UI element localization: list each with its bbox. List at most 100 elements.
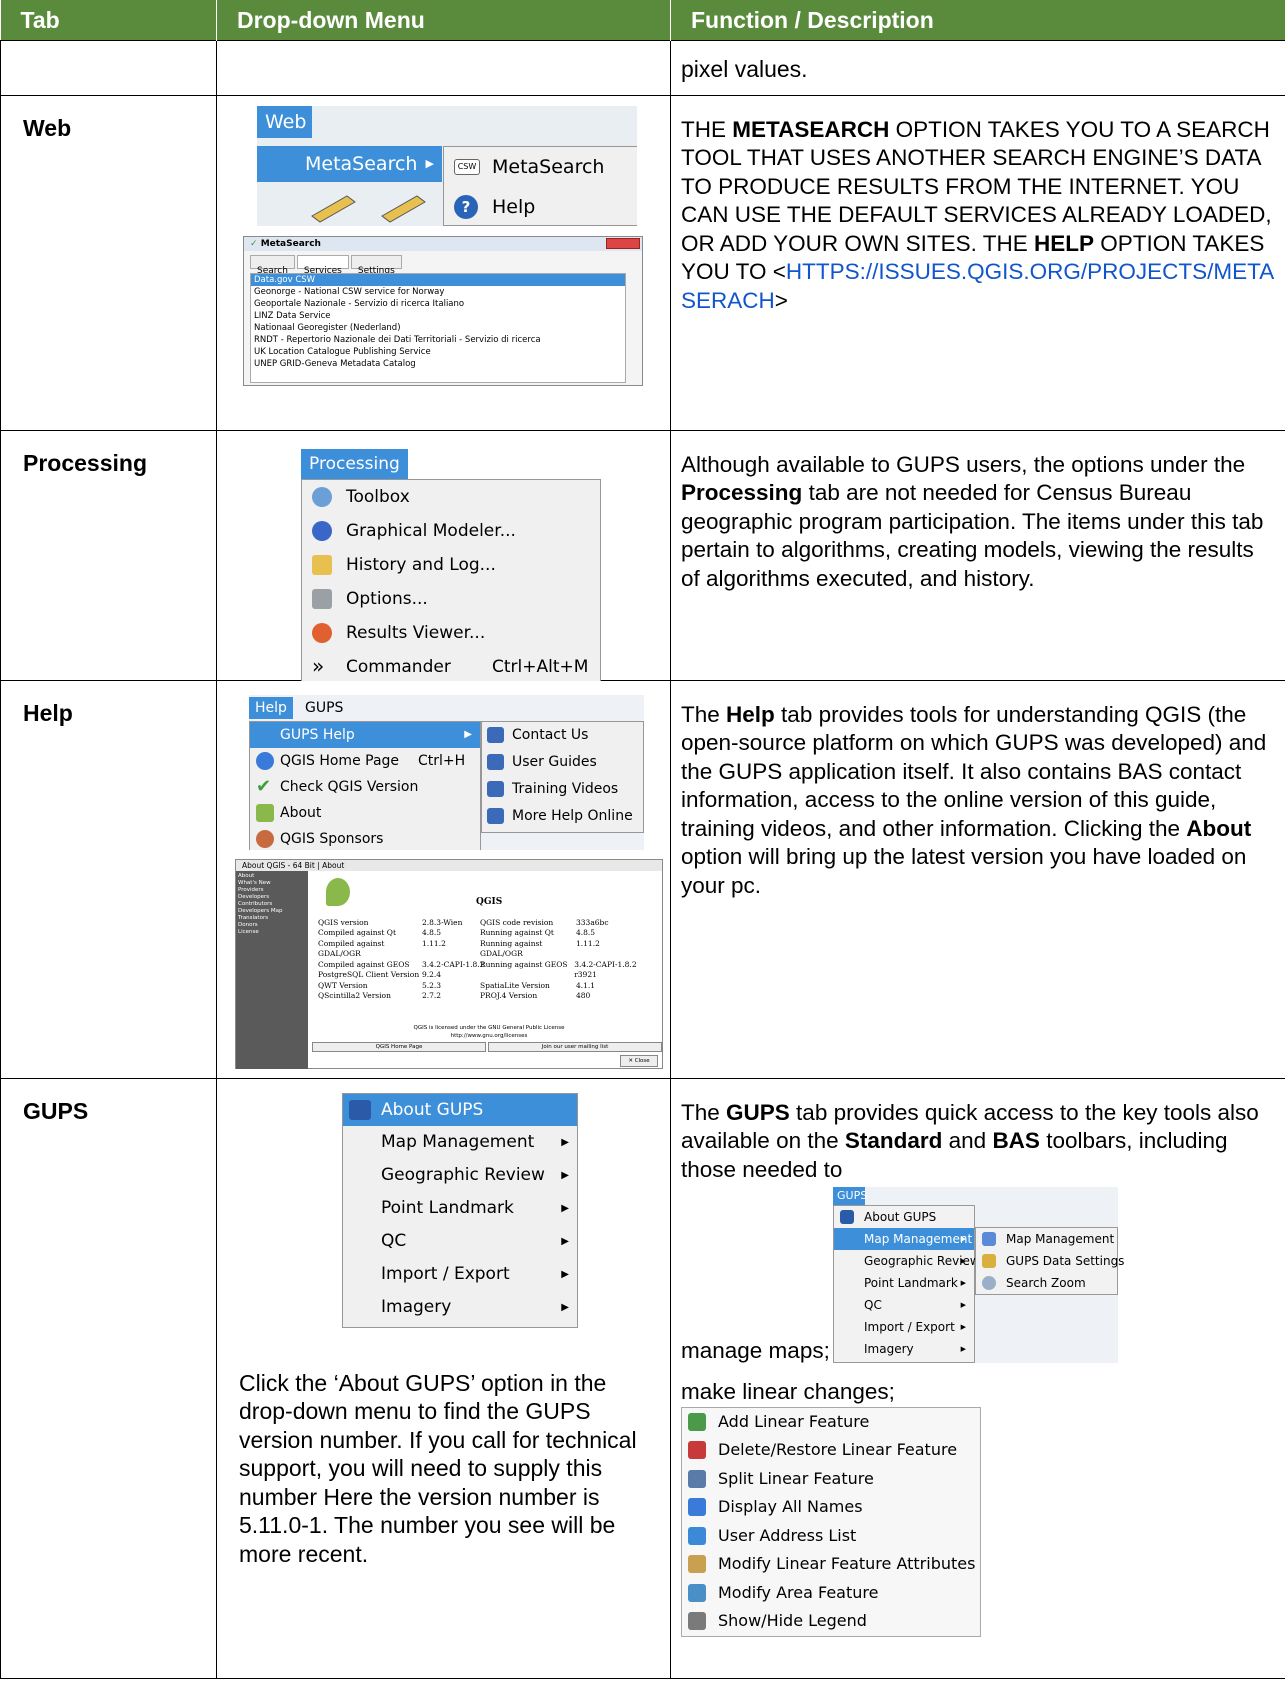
menu-item-check-version[interactable]: ✔ Check QGIS Version xyxy=(250,774,480,800)
about-nav-item[interactable]: Translators xyxy=(238,915,306,922)
tab-search[interactable]: Search xyxy=(250,254,295,276)
about-nav-item[interactable]: What's New xyxy=(238,880,306,887)
service-list-item[interactable]: Data.gov CSW xyxy=(251,273,625,286)
about-nav-item[interactable]: About xyxy=(238,873,306,880)
about-nav-item[interactable]: Contributors xyxy=(238,901,306,908)
menu-item-commander[interactable]: » Commander Ctrl+Alt+M xyxy=(302,650,600,684)
mini-item[interactable]: Point Landmark ▶ xyxy=(834,1272,974,1294)
menu-item-results-viewer[interactable]: Results Viewer... xyxy=(302,616,600,650)
menu-item-graphical-modeler[interactable]: Graphical Modeler... xyxy=(302,514,600,548)
menu-item-import-export[interactable]: Import / Export ▶ xyxy=(343,1258,577,1291)
submenu-contact[interactable]: Contact Us xyxy=(482,722,643,749)
service-list-item[interactable]: RNDT - Repertorio Nazionale dei Dati Ter… xyxy=(251,334,625,346)
metasearch-menu-item[interactable]: MetaSearch ▶ xyxy=(257,145,442,182)
linear-tool-item[interactable]: Modify Area Feature xyxy=(682,1579,980,1608)
submenu-training[interactable]: Training Videos xyxy=(482,776,643,803)
menu-cell xyxy=(216,39,671,96)
about-nav-item[interactable]: License xyxy=(238,929,306,936)
service-list-item[interactable]: Nationaal Georegister (Nederland) xyxy=(251,322,625,334)
service-list-item[interactable]: Geonorge - National CSW service for Norw… xyxy=(251,286,625,298)
menu-item-map-management[interactable]: Map Management ▶ xyxy=(343,1126,577,1159)
submenu-arrow-icon: ▶ xyxy=(960,1344,966,1353)
submenu-help[interactable]: ? Help xyxy=(444,187,637,226)
history-icon xyxy=(312,554,332,575)
mini-item[interactable]: Import / Export ▶ xyxy=(834,1316,974,1338)
about-nav-item[interactable]: Developers Map xyxy=(238,908,306,915)
processing-menu: Toolbox Graphical Modeler... History and… xyxy=(301,478,601,684)
tab-services[interactable]: Services xyxy=(296,254,349,276)
desc-cell-help: The Help tab provides tools for understa… xyxy=(670,679,1285,1079)
service-list-item[interactable]: UNEP GRID-Geneva Metadata Catalog xyxy=(251,358,625,370)
gups-desc: The GUPS tab provides quick access to th… xyxy=(681,1099,1275,1185)
close-button[interactable]: ✕ Close xyxy=(620,1054,658,1067)
menu-cell-gups: About GUPS Map Management ▶ Geographic Re… xyxy=(216,1077,671,1679)
linear-tool-item[interactable]: Modify Linear Feature Attributes xyxy=(682,1550,980,1579)
linear-tool-item[interactable]: Delete/Restore Linear Feature xyxy=(682,1436,980,1465)
processing-menubar[interactable]: Processing xyxy=(301,448,408,479)
mini-item[interactable]: Geographic Review ▶ xyxy=(834,1250,980,1272)
tab-settings[interactable]: Settings xyxy=(350,254,402,276)
menu-item-imagery[interactable]: Imagery ▶ xyxy=(343,1291,577,1324)
menu-item-geographic-review[interactable]: Geographic Review ▶ xyxy=(343,1159,577,1192)
help-menubar-gups[interactable]: GUPS xyxy=(299,697,349,719)
linear-tool-item[interactable]: Split Linear Feature xyxy=(682,1465,980,1494)
help-menubar-help[interactable]: Help xyxy=(249,696,293,719)
submenu-more-help[interactable]: More Help Online xyxy=(482,803,643,830)
wrench-icon xyxy=(312,588,332,609)
linear-tool-item[interactable]: Add Linear Feature xyxy=(682,1408,980,1437)
menu-item-about-gups[interactable]: About GUPS xyxy=(343,1093,577,1126)
join-list-button[interactable]: Join our user mailing list xyxy=(488,1041,662,1052)
about-qgis-window: About QGIS - 64 Bit | About About What's … xyxy=(235,858,663,1069)
mini-menubar[interactable]: GUPS xyxy=(833,1186,867,1205)
web-menubar[interactable]: Web xyxy=(257,105,312,138)
about-nav-item[interactable]: Providers xyxy=(238,887,306,894)
desc-text: The xyxy=(681,1099,727,1125)
menu-item-point-landmark[interactable]: Point Landmark ▶ xyxy=(343,1192,577,1225)
linear-tool-item[interactable]: Show/Hide Legend xyxy=(682,1607,980,1636)
about-info-row: Compiled against GDAL/OGR 1.11.2 xyxy=(318,939,488,960)
linear-changes-block: make linear changes; Add Linear Feature D… xyxy=(681,1379,981,1637)
qgis-home-button[interactable]: QGIS Home Page xyxy=(312,1041,486,1052)
mini-sub-item[interactable]: GUPS Data Settings xyxy=(976,1250,1124,1272)
submenu-label: Help xyxy=(492,195,536,218)
menu-item-home-page[interactable]: QGIS Home Page Ctrl+H xyxy=(250,748,480,774)
mini-item[interactable]: QC ▶ xyxy=(834,1294,974,1316)
menu-item-history[interactable]: History and Log... xyxy=(302,548,600,582)
menu-item-qc[interactable]: QC ▶ xyxy=(343,1225,577,1258)
license-url[interactable]: http://www.gnu.org/licenses xyxy=(316,1032,662,1040)
linear-tool-item[interactable]: Display All Names xyxy=(682,1493,980,1522)
service-list-item[interactable]: UK Location Catalogue Publishing Service xyxy=(251,346,625,358)
tool-icon xyxy=(688,1555,706,1573)
linear-tools-list: Add Linear Feature Delete/Restore Linear … xyxy=(681,1406,981,1637)
mini-item[interactable]: About GUPS xyxy=(834,1206,974,1228)
menu-item-sponsors[interactable]: QGIS Sponsors xyxy=(250,826,480,850)
desc-bold: Processing xyxy=(681,480,803,505)
double-chevron-icon: » xyxy=(312,653,325,678)
tool-label: Modify Linear Feature Attributes xyxy=(718,1554,976,1573)
service-list-item[interactable]: LINZ Data Service xyxy=(251,310,625,322)
item-label: QC xyxy=(864,1297,882,1312)
menu-item-toolbox[interactable]: Toolbox xyxy=(302,480,600,514)
menu-item-options[interactable]: Options... xyxy=(302,582,600,616)
desc-cell-gups: The GUPS tab provides quick access to th… xyxy=(670,1077,1285,1679)
help-icon: ? xyxy=(454,194,478,219)
menu-item-about[interactable]: About xyxy=(250,800,480,826)
tab-name-gups: GUPS xyxy=(0,1077,217,1679)
submenu-user-guides[interactable]: User Guides xyxy=(482,749,643,776)
table-row-help: Help Help GUPS GUPS Help ▶ QGIS Home Page… xyxy=(0,679,1285,1079)
window-close-icon[interactable] xyxy=(606,237,640,249)
item-label: Map Management xyxy=(381,1131,535,1152)
window-tabs: Search Services Settings xyxy=(250,254,402,276)
service-list-item[interactable]: Geoportale Nazionale - Servizio di ricer… xyxy=(251,298,625,310)
about-info-row: QWT Version 5.2.3 xyxy=(318,981,488,992)
mini-item[interactable]: Imagery ▶ xyxy=(834,1338,974,1360)
submenu-metasearch[interactable]: CSW MetaSearch xyxy=(444,147,637,187)
about-nav-item[interactable]: Donors xyxy=(238,922,306,929)
mini-sub-item[interactable]: Map Management xyxy=(976,1228,1117,1250)
about-key: Running against GEOS xyxy=(480,959,568,969)
menu-item-gups-help[interactable]: GUPS Help ▶ xyxy=(250,721,480,748)
linear-tool-item[interactable]: User Address List xyxy=(682,1522,980,1551)
about-nav-item[interactable]: Developers xyxy=(238,894,306,901)
mini-item[interactable]: Map Management ▶ xyxy=(834,1227,974,1250)
mini-sub-item[interactable]: Search Zoom xyxy=(976,1272,1117,1294)
